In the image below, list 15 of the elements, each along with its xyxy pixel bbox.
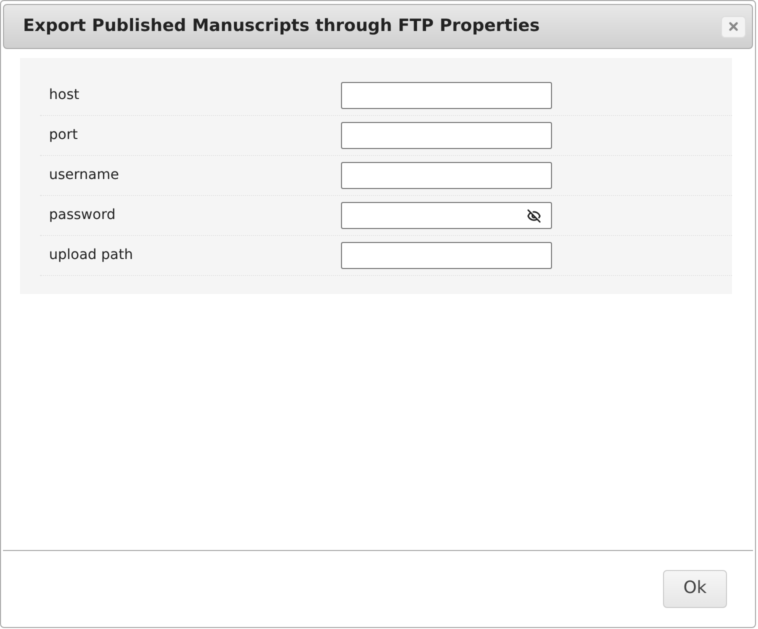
window-title: Export Published Manuscripts through FTP Properties: [23, 14, 540, 38]
eye-slash-icon[interactable]: [527, 208, 541, 222]
field-label: host: [48, 86, 80, 105]
close-icon: [727, 20, 740, 33]
input-field[interactable]: [341, 202, 552, 229]
field-label: port: [48, 126, 79, 145]
ok-button[interactable]: Ok: [663, 570, 727, 608]
field-label: upload path: [48, 246, 134, 265]
field-label: password: [48, 206, 116, 225]
input-field[interactable]: [341, 162, 552, 189]
field-label: username: [48, 166, 120, 185]
input-field[interactable]: [341, 82, 552, 109]
input-field[interactable]: [341, 122, 552, 149]
close-button[interactable]: [721, 16, 746, 38]
input-field[interactable]: [341, 242, 552, 269]
